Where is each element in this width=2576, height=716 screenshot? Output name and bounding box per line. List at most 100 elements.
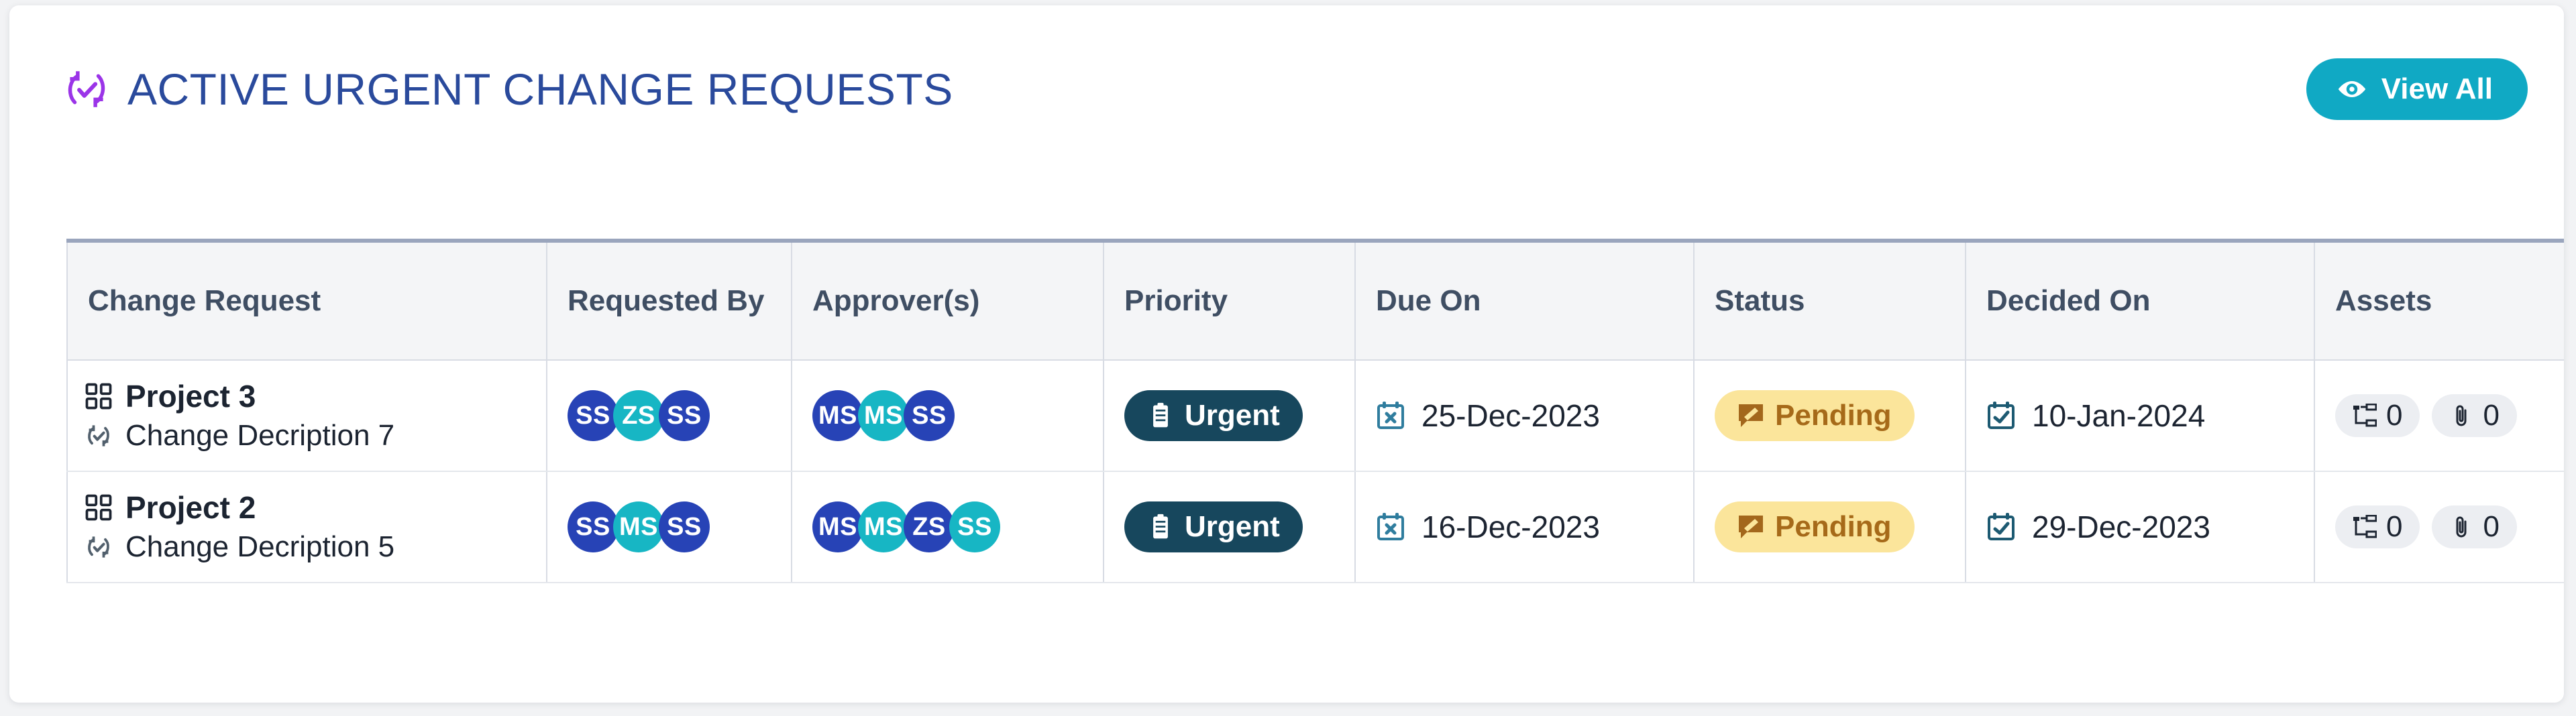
sync-check-icon: [63, 66, 110, 113]
cell-due-on: 25-Dec-2023: [1355, 360, 1694, 471]
calendar-x-icon: [1376, 512, 1405, 542]
cell-decided-on: 29-Dec-2023: [1966, 471, 2314, 583]
view-all-button[interactable]: View All: [2306, 58, 2528, 120]
avatar[interactable]: SS: [659, 501, 710, 552]
decided-on-date: 29-Dec-2023: [2032, 512, 2210, 542]
requested-by-avatars: SS MS SS: [568, 501, 771, 552]
table-header: Change Request Requested By Approver(s) …: [67, 241, 2564, 360]
calendar-check-icon: [1986, 512, 2016, 542]
priority-label: Urgent: [1185, 512, 1280, 542]
description-line[interactable]: Change Decription 7: [85, 420, 526, 452]
cell-decided-on: 10-Jan-2024: [1966, 360, 2314, 471]
description-line[interactable]: Change Decription 5: [85, 531, 526, 563]
cell-status: Pending: [1694, 360, 1966, 471]
avatar[interactable]: SS: [904, 390, 955, 441]
project-line[interactable]: Project 2: [85, 491, 526, 525]
avatar[interactable]: SS: [949, 501, 1000, 552]
avatar[interactable]: MS: [613, 501, 664, 552]
avatar[interactable]: SS: [568, 390, 619, 441]
priority-badge: Urgent: [1124, 390, 1303, 441]
attachments-chip[interactable]: 0: [2432, 505, 2516, 548]
avatar[interactable]: MS: [858, 501, 909, 552]
cell-requested-by: SS MS SS: [547, 471, 792, 583]
cell-assets: 0 0: [2314, 360, 2564, 471]
column-header-due-on[interactable]: Due On: [1355, 241, 1694, 360]
change-description: Change Decription 7: [125, 420, 394, 452]
linked-assets-count: 0: [2386, 512, 2402, 542]
sync-check-icon: [85, 534, 112, 560]
project-line[interactable]: Project 3: [85, 379, 526, 414]
view-all-label: View All: [2381, 74, 2493, 104]
avatar[interactable]: MS: [812, 390, 863, 441]
project-name: Project 2: [125, 491, 256, 525]
sitemap-icon: [2353, 515, 2377, 539]
column-header-priority[interactable]: Priority: [1104, 241, 1355, 360]
page-title: ACTIVE URGENT CHANGE REQUESTS: [127, 67, 953, 111]
column-header-decided-on[interactable]: Decided On: [1966, 241, 2314, 360]
cell-priority: Urgent: [1104, 360, 1355, 471]
attachments-count: 0: [2483, 512, 2499, 542]
avatar[interactable]: MS: [858, 390, 909, 441]
clipboard-icon: [1147, 402, 1174, 429]
column-header-requested-by[interactable]: Requested By: [547, 241, 792, 360]
table-header-row: Change Request Requested By Approver(s) …: [67, 241, 2564, 360]
sitemap-icon: [2353, 404, 2377, 428]
avatar[interactable]: ZS: [613, 390, 664, 441]
comment-edit-icon: [1737, 514, 1764, 540]
attachments-count: 0: [2483, 401, 2499, 430]
priority-badge: Urgent: [1124, 501, 1303, 552]
cell-change-request: Project 3: [67, 360, 547, 471]
due-on-date: 25-Dec-2023: [1421, 400, 1600, 431]
paperclip-icon: [2449, 515, 2473, 539]
table-row[interactable]: Project 2: [67, 471, 2564, 583]
change-requests-table: Change Request Requested By Approver(s) …: [66, 239, 2564, 583]
column-header-change-request[interactable]: Change Request: [67, 241, 547, 360]
avatar[interactable]: ZS: [904, 501, 955, 552]
avatar[interactable]: SS: [568, 501, 619, 552]
table-body: Project 3: [67, 360, 2564, 583]
paperclip-icon: [2449, 404, 2473, 428]
cell-requested-by: SS ZS SS: [547, 360, 792, 471]
linked-assets-count: 0: [2386, 401, 2402, 430]
active-urgent-change-requests-card: ACTIVE URGENT CHANGE REQUESTS View All: [9, 5, 2564, 703]
comment-edit-icon: [1737, 402, 1764, 429]
status-badge: Pending: [1715, 390, 1915, 441]
avatar[interactable]: SS: [659, 390, 710, 441]
change-requests-table-wrapper: Change Request Requested By Approver(s) …: [66, 239, 2564, 583]
cell-approvers: MS MS SS: [792, 360, 1104, 471]
cell-priority: Urgent: [1104, 471, 1355, 583]
table-row[interactable]: Project 3: [67, 360, 2564, 471]
grid-icon: [85, 383, 112, 410]
calendar-x-icon: [1376, 401, 1405, 430]
clipboard-icon: [1147, 514, 1174, 540]
cell-assets: 0 0: [2314, 471, 2564, 583]
status-label: Pending: [1775, 401, 1892, 430]
linked-assets-chip[interactable]: 0: [2335, 505, 2420, 548]
attachments-chip[interactable]: 0: [2432, 394, 2516, 437]
column-header-status[interactable]: Status: [1694, 241, 1966, 360]
avatar[interactable]: MS: [812, 501, 863, 552]
column-header-assets[interactable]: Assets: [2314, 241, 2564, 360]
card-header: ACTIVE URGENT CHANGE REQUESTS View All: [9, 5, 2564, 173]
eye-icon: [2336, 73, 2368, 105]
status-badge: Pending: [1715, 501, 1915, 552]
sync-check-icon: [85, 422, 112, 449]
page-background: ACTIVE URGENT CHANGE REQUESTS View All: [0, 0, 2576, 716]
change-description: Change Decription 5: [125, 531, 394, 563]
cell-status: Pending: [1694, 471, 1966, 583]
decided-on-date: 10-Jan-2024: [2032, 400, 2205, 431]
approver-avatars: MS MS ZS SS: [812, 501, 1083, 552]
cell-approvers: MS MS ZS SS: [792, 471, 1104, 583]
requested-by-avatars: SS ZS SS: [568, 390, 771, 441]
grid-icon: [85, 494, 112, 521]
cell-due-on: 16-Dec-2023: [1355, 471, 1694, 583]
due-on-date: 16-Dec-2023: [1421, 512, 1600, 542]
approver-avatars: MS MS SS: [812, 390, 1083, 441]
linked-assets-chip[interactable]: 0: [2335, 394, 2420, 437]
status-label: Pending: [1775, 512, 1892, 542]
column-header-approvers[interactable]: Approver(s): [792, 241, 1104, 360]
project-name: Project 3: [125, 379, 256, 414]
calendar-check-icon: [1986, 401, 2016, 430]
cell-change-request: Project 2: [67, 471, 547, 583]
card-title-group: ACTIVE URGENT CHANGE REQUESTS: [63, 66, 953, 113]
